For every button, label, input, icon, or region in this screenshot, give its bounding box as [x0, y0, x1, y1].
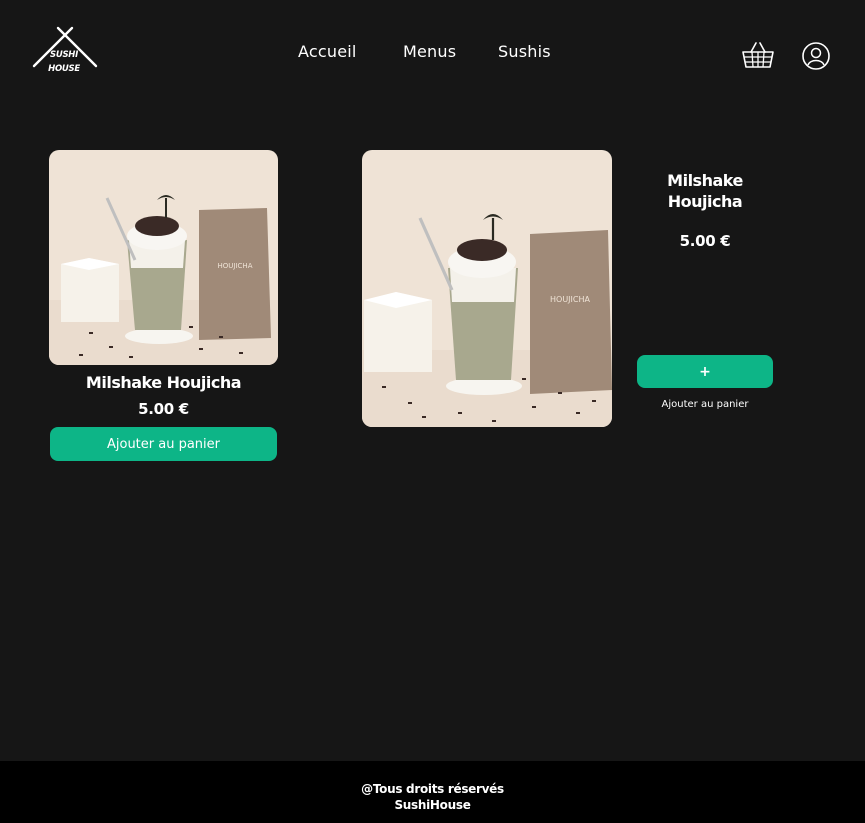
- product-detail-name: Milshake Houjicha: [640, 170, 770, 212]
- logo-text: SUSHI HOUSE: [46, 48, 82, 76]
- user-icon: [802, 42, 830, 70]
- nav-menus[interactable]: Menus: [403, 42, 456, 61]
- product-detail-name-line2: Houjicha: [667, 192, 743, 211]
- logo-text-line2: HOUSE: [48, 64, 80, 74]
- product-detail-name-line1: Milshake: [667, 171, 743, 190]
- product-card-price: 5.00 €: [138, 400, 189, 418]
- product-detail-price: 5.00 €: [679, 232, 731, 250]
- footer-brand: SushiHouse: [394, 798, 471, 812]
- logo-text-line1: SUSHI: [50, 50, 78, 60]
- add-to-cart-button[interactable]: Ajouter au panier: [50, 427, 277, 461]
- cart-button[interactable]: [741, 38, 775, 72]
- add-to-cart-caption: Ajouter au panier: [661, 399, 749, 410]
- product-card-image[interactable]: HOUJICHA: [49, 150, 278, 365]
- basket-icon: [742, 42, 774, 68]
- footer-rights: @Tous droits réservés: [361, 782, 504, 796]
- product-card-name: Milshake Houjicha: [85, 373, 242, 392]
- product-detail-image: HOUJICHA: [362, 150, 612, 427]
- nav-accueil[interactable]: Accueil: [298, 42, 357, 61]
- logo[interactable]: SUSHI HOUSE: [32, 26, 98, 76]
- milkshake-image: HOUJICHA: [362, 150, 612, 427]
- add-plus-button[interactable]: +: [637, 355, 773, 388]
- milkshake-image: HOUJICHA: [49, 150, 278, 365]
- package-label: HOUJICHA: [218, 262, 253, 270]
- footer-text: @Tous droits réservés SushiHouse: [0, 781, 865, 813]
- account-button[interactable]: [801, 38, 835, 72]
- package-label: HOUJICHA: [550, 295, 590, 304]
- footer: @Tous droits réservés SushiHouse: [0, 761, 865, 823]
- nav-sushis[interactable]: Sushis: [498, 42, 551, 61]
